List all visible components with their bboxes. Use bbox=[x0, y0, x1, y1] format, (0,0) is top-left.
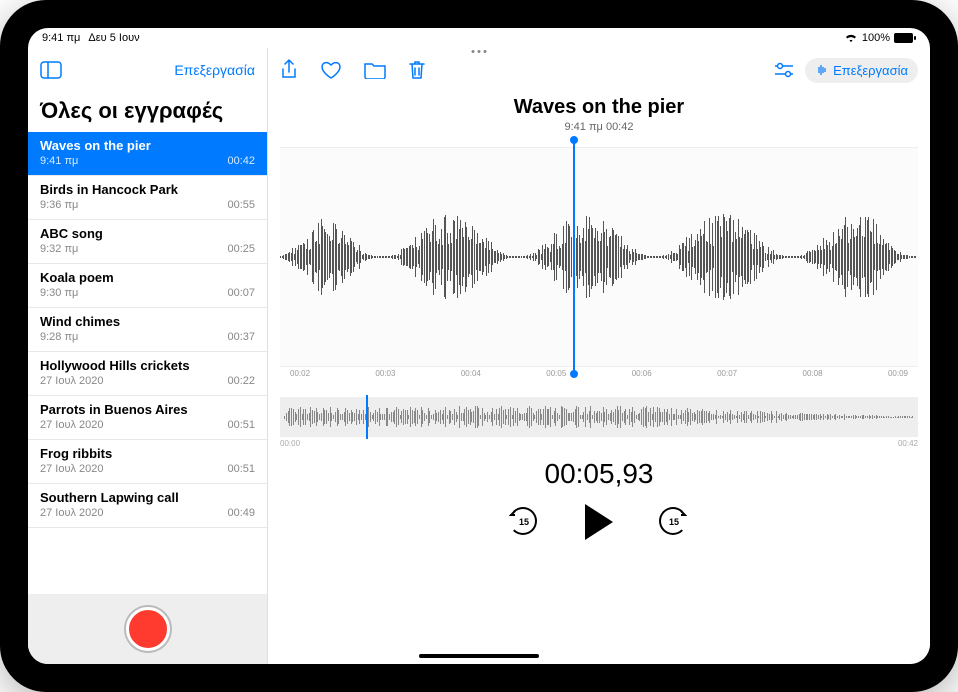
recording-duration: 00:07 bbox=[227, 287, 255, 299]
recording-row[interactable]: Parrots in Buenos Aires 27 Ιουλ 2020 00:51 bbox=[28, 396, 267, 440]
recording-title: Frog ribbits bbox=[40, 446, 255, 461]
recording-time: 27 Ιουλ 2020 bbox=[40, 507, 104, 519]
recording-row[interactable]: Waves on the pier 9:41 πμ 00:42 bbox=[28, 132, 267, 176]
recording-time: 9:28 πμ bbox=[40, 331, 78, 343]
recording-time: 9:36 πμ bbox=[40, 199, 78, 211]
edit-recording-button[interactable]: Επεξεργασία bbox=[805, 58, 918, 83]
recordings-list: Waves on the pier 9:41 πμ 00:42 Birds in Ha… bbox=[28, 132, 267, 594]
recording-time: 9:41 πμ bbox=[40, 155, 78, 167]
favorite-icon[interactable] bbox=[320, 59, 342, 81]
skip-back-button[interactable]: 15 bbox=[509, 507, 539, 537]
waveform-zoomed[interactable] bbox=[280, 147, 918, 367]
sidebar-edit-button[interactable]: Επεξεργασία bbox=[174, 62, 255, 78]
recording-duration: 00:55 bbox=[227, 199, 255, 211]
recording-duration: 00:37 bbox=[227, 331, 255, 343]
recording-title: Southern Lapwing call bbox=[40, 490, 255, 505]
recording-title: Waves on the pier bbox=[40, 138, 255, 153]
recording-duration: 00:42 bbox=[227, 155, 255, 167]
recording-row[interactable]: Frog ribbits 27 Ιουλ 2020 00:51 bbox=[28, 440, 267, 484]
recording-time: 9:32 πμ bbox=[40, 243, 78, 255]
recording-time: 9:30 πμ bbox=[40, 287, 78, 299]
overview-end-label: 00:42 bbox=[898, 439, 918, 448]
recording-row[interactable]: Birds in Hancock Park 9:36 πμ 00:55 bbox=[28, 176, 267, 220]
wifi-icon bbox=[844, 33, 858, 43]
recording-row[interactable]: Wind chimes 9:28 πμ 00:37 bbox=[28, 308, 267, 352]
recording-duration: 00:51 bbox=[227, 463, 255, 475]
trash-icon[interactable] bbox=[408, 59, 426, 81]
recording-row[interactable]: Southern Lapwing call 27 Ιουλ 2020 00:49 bbox=[28, 484, 267, 528]
recording-duration: 00:51 bbox=[227, 419, 255, 431]
home-indicator[interactable] bbox=[419, 654, 539, 658]
recording-time: 27 Ιουλ 2020 bbox=[40, 419, 104, 431]
play-button[interactable] bbox=[585, 504, 613, 540]
waveform-overview[interactable] bbox=[280, 397, 918, 437]
folder-icon[interactable] bbox=[364, 59, 386, 81]
time-counter: 00:05,93 bbox=[268, 458, 930, 490]
time-ruler: 00:0200:0300:0400:0500:0600:0700:0800:09 bbox=[280, 367, 918, 383]
recording-title: Koala poem bbox=[40, 270, 255, 285]
recording-duration: 00:25 bbox=[227, 243, 255, 255]
recording-time: 27 Ιουλ 2020 bbox=[40, 375, 104, 387]
skip-forward-button[interactable]: 15 bbox=[659, 507, 689, 537]
recording-title: ABC song bbox=[40, 226, 255, 241]
recording-title: Birds in Hancock Park bbox=[40, 182, 255, 197]
memo-title: Waves on the pier bbox=[268, 96, 930, 119]
recording-row[interactable]: ABC song 9:32 πμ 00:25 bbox=[28, 220, 267, 264]
status-bar: 9:41 πμ Δευ 5 Ιουν 100% bbox=[28, 28, 930, 48]
record-button[interactable] bbox=[126, 607, 170, 651]
main-panel: Επεξεργασία Waves on the pier 9:41 πμ 00… bbox=[268, 48, 930, 664]
multitask-dots-icon[interactable] bbox=[472, 50, 487, 53]
battery-percent: 100% bbox=[862, 32, 890, 44]
recording-duration: 00:49 bbox=[227, 507, 255, 519]
sidebar: Επεξεργασία Όλες οι εγγραφές Waves on th… bbox=[28, 48, 268, 664]
status-date: Δευ 5 Ιουν bbox=[88, 32, 139, 44]
recording-time: 27 Ιουλ 2020 bbox=[40, 463, 104, 475]
overview-playhead[interactable] bbox=[366, 395, 368, 439]
recording-title: Hollywood Hills crickets bbox=[40, 358, 255, 373]
playback-settings-icon[interactable] bbox=[773, 62, 795, 78]
recording-title: Parrots in Buenos Aires bbox=[40, 402, 255, 417]
share-icon[interactable] bbox=[280, 59, 298, 81]
status-time: 9:41 πμ bbox=[42, 32, 80, 44]
recording-row[interactable]: Hollywood Hills crickets 27 Ιουλ 2020 00:2… bbox=[28, 352, 267, 396]
battery-icon bbox=[894, 33, 916, 43]
recording-title: Wind chimes bbox=[40, 314, 255, 329]
sidebar-title: Όλες οι εγγραφές bbox=[28, 92, 267, 132]
transport-controls: 15 15 bbox=[268, 504, 930, 540]
recording-duration: 00:22 bbox=[227, 375, 255, 387]
memo-subtitle: 9:41 πμ 00:42 bbox=[268, 121, 930, 133]
overview-start-label: 00:00 bbox=[280, 439, 300, 448]
edit-button-label: Επεξεργασία bbox=[833, 63, 908, 78]
playhead[interactable] bbox=[573, 140, 575, 374]
recording-row[interactable]: Koala poem 9:30 πμ 00:07 bbox=[28, 264, 267, 308]
sidebar-toggle-icon[interactable] bbox=[40, 61, 62, 79]
